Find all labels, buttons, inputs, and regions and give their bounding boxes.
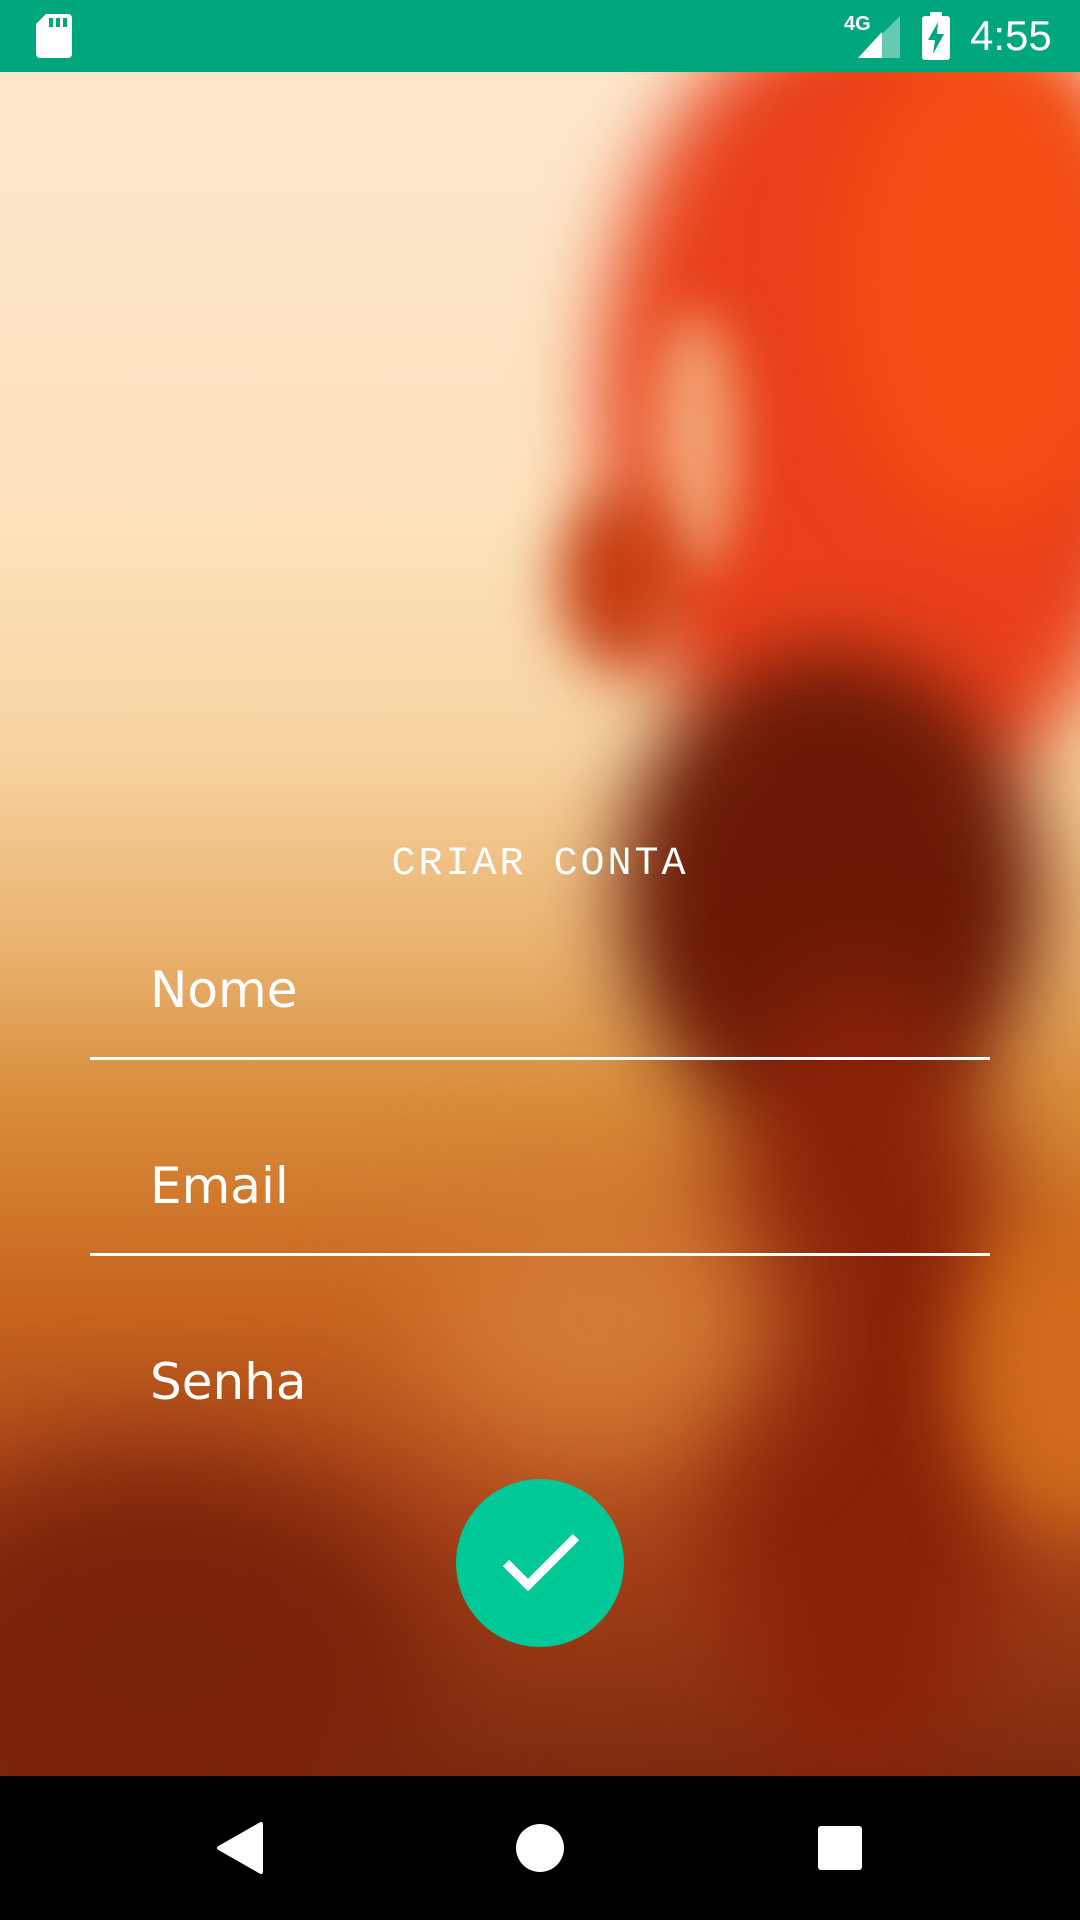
home-icon [516,1824,564,1872]
password-field[interactable] [90,1332,990,1452]
signal-icon: 4G [844,13,900,58]
clock: 4:55 [970,12,1052,59]
recents-button[interactable] [794,1802,886,1894]
page-title: CRIAR CONTA [391,842,689,887]
email-underline [90,1253,990,1256]
confirm-button[interactable] [456,1479,624,1647]
create-account-screen: 4G 4:55 CRIAR CONTA [0,0,1080,1920]
back-icon [217,1822,263,1874]
network-type-label: 4G [844,13,871,35]
navigation-bar [0,1776,1080,1920]
name-input[interactable] [150,940,970,1040]
status-bar: 4G 4:55 [0,0,1080,72]
sd-card-icon [36,14,72,58]
name-field[interactable] [90,940,990,1060]
email-input[interactable] [150,1136,970,1236]
name-underline [90,1057,990,1060]
recents-icon [818,1826,862,1870]
check-icon [502,1533,580,1592]
password-input[interactable] [150,1332,970,1432]
home-button[interactable] [494,1802,586,1894]
back-button[interactable] [194,1802,286,1894]
email-field[interactable] [90,1136,990,1256]
battery-charging-icon [922,12,950,60]
